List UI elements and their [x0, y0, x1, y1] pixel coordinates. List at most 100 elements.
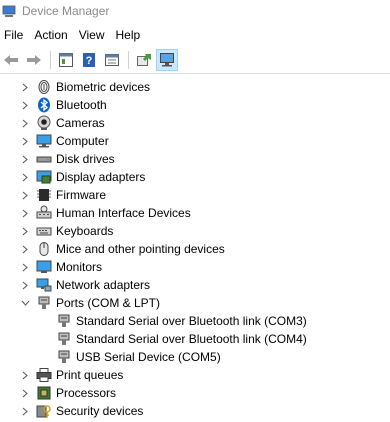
port-icon	[56, 313, 72, 329]
help-icon: ?	[83, 53, 95, 67]
update-driver-button[interactable]	[133, 49, 155, 71]
forward-button[interactable]	[23, 49, 45, 71]
view-icon	[105, 54, 119, 66]
tree-item-label: Cameras	[56, 116, 105, 130]
tree-item-processors[interactable]: Processors	[0, 384, 390, 402]
tree-item-keyboards[interactable]: Keyboards	[0, 222, 390, 240]
toolbar-separator	[128, 51, 129, 69]
tree-item-print-queues[interactable]: Print queues	[0, 366, 390, 384]
properties-icon	[59, 53, 73, 67]
properties-button[interactable]	[55, 49, 77, 71]
tree-item-label: Standard Serial over Bluetooth link (COM…	[76, 332, 307, 346]
tree-item-label: USB Serial Device (COM5)	[76, 350, 221, 364]
chevron-right-icon[interactable]	[19, 258, 31, 276]
chevron-right-icon[interactable]	[19, 78, 31, 96]
chevron-right-icon[interactable]	[19, 132, 31, 150]
bluetooth-icon	[36, 97, 52, 113]
scan-hardware-button[interactable]	[156, 49, 178, 71]
tree-item-ports[interactable]: Ports (COM & LPT)	[0, 294, 390, 312]
menu-help[interactable]: Help	[112, 28, 148, 42]
tree-item-display-adapters[interactable]: Display adapters	[0, 168, 390, 186]
svg-text:?: ?	[86, 55, 93, 67]
scan-hardware-icon	[160, 53, 174, 67]
tree-item-label: Disk drives	[56, 152, 115, 166]
tree-item-firmware[interactable]: Firmware	[0, 186, 390, 204]
chevron-right-icon[interactable]	[19, 96, 31, 114]
toolbar: ?	[0, 47, 390, 74]
tree-item-monitors[interactable]: Monitors	[0, 258, 390, 276]
processor-icon	[36, 385, 52, 401]
monitor-icon	[36, 259, 52, 275]
menu-action[interactable]: Action	[30, 28, 74, 42]
computer-icon	[36, 133, 52, 149]
tree-item-computer[interactable]: Computer	[0, 132, 390, 150]
tree-item-security-devices[interactable]: Security devices	[0, 402, 390, 420]
port-icon	[56, 331, 72, 347]
hid-icon	[36, 205, 52, 221]
display-adapter-icon	[36, 169, 52, 185]
window-title: Device Manager	[22, 4, 110, 18]
back-button[interactable]	[0, 49, 22, 71]
chevron-right-icon[interactable]	[19, 186, 31, 204]
fingerprint-icon	[36, 79, 52, 95]
chevron-right-icon[interactable]	[19, 276, 31, 294]
tree-item-label: Mice and other pointing devices	[56, 242, 225, 256]
tree-item-label: Bluetooth	[56, 98, 107, 112]
tree-item-port-com5[interactable]: USB Serial Device (COM5)	[0, 348, 390, 366]
chevron-right-icon[interactable]	[19, 240, 31, 258]
chevron-right-icon[interactable]	[19, 366, 31, 384]
tree-item-label: Ports (COM & LPT)	[56, 296, 161, 310]
tree-item-label: Security devices	[56, 404, 144, 418]
tree-item-biometric-devices[interactable]: Biometric devices	[0, 78, 390, 96]
device-manager-app-icon	[2, 5, 16, 17]
tree-item-label: Display adapters	[56, 170, 146, 184]
tree-item-bluetooth[interactable]: Bluetooth	[0, 96, 390, 114]
port-icon	[36, 295, 52, 311]
chevron-right-icon[interactable]	[19, 114, 31, 132]
tree-item-label: Print queues	[56, 368, 124, 382]
help-button[interactable]: ?	[78, 49, 100, 71]
tree-item-label: Firmware	[56, 188, 106, 202]
back-arrow-icon	[4, 55, 18, 65]
tree-item-label: Network adapters	[56, 278, 151, 292]
tree-item-human-interface-devices[interactable]: Human Interface Devices	[0, 204, 390, 222]
menu-file[interactable]: File	[0, 28, 30, 42]
menu-bar: File Action View Help	[0, 24, 390, 46]
toolbar-separator	[50, 51, 51, 69]
disk-drive-icon	[36, 151, 52, 167]
tree-item-port-com4[interactable]: Standard Serial over Bluetooth link (COM…	[0, 330, 390, 348]
chevron-down-icon[interactable]	[19, 294, 31, 312]
tree-item-label: Monitors	[56, 260, 103, 274]
view-button[interactable]	[101, 49, 123, 71]
chevron-right-icon[interactable]	[19, 150, 31, 168]
printer-icon	[36, 367, 52, 383]
menu-view[interactable]: View	[75, 28, 112, 42]
tree-item-label: Keyboards	[56, 224, 114, 238]
device-tree: Biometric devices Bluetooth Cameras Comp…	[0, 78, 390, 420]
chevron-right-icon[interactable]	[19, 204, 31, 222]
chevron-right-icon[interactable]	[19, 384, 31, 402]
network-adapter-icon	[36, 277, 52, 293]
tree-item-label: Human Interface Devices	[56, 206, 191, 220]
forward-arrow-icon	[27, 55, 41, 65]
update-driver-icon	[137, 54, 151, 66]
tree-item-label: Standard Serial over Bluetooth link (COM…	[76, 314, 307, 328]
chevron-right-icon[interactable]	[19, 402, 31, 420]
firmware-icon	[36, 187, 52, 203]
chevron-right-icon[interactable]	[19, 222, 31, 240]
tree-item-label: Biometric devices	[56, 80, 151, 94]
tree-item-mice[interactable]: Mice and other pointing devices	[0, 240, 390, 258]
tree-item-label: Processors	[56, 386, 117, 400]
title-bar: Device Manager	[0, 0, 390, 22]
tree-item-cameras[interactable]: Cameras	[0, 114, 390, 132]
camera-icon	[36, 115, 52, 131]
security-device-icon	[36, 403, 52, 419]
tree-item-port-com3[interactable]: Standard Serial over Bluetooth link (COM…	[0, 312, 390, 330]
tree-item-network-adapters[interactable]: Network adapters	[0, 276, 390, 294]
tree-item-label: Computer	[56, 134, 109, 148]
keyboard-icon	[36, 223, 52, 239]
tree-item-disk-drives[interactable]: Disk drives	[0, 150, 390, 168]
port-icon	[56, 349, 72, 365]
chevron-right-icon[interactable]	[19, 168, 31, 186]
mouse-icon	[36, 241, 52, 257]
